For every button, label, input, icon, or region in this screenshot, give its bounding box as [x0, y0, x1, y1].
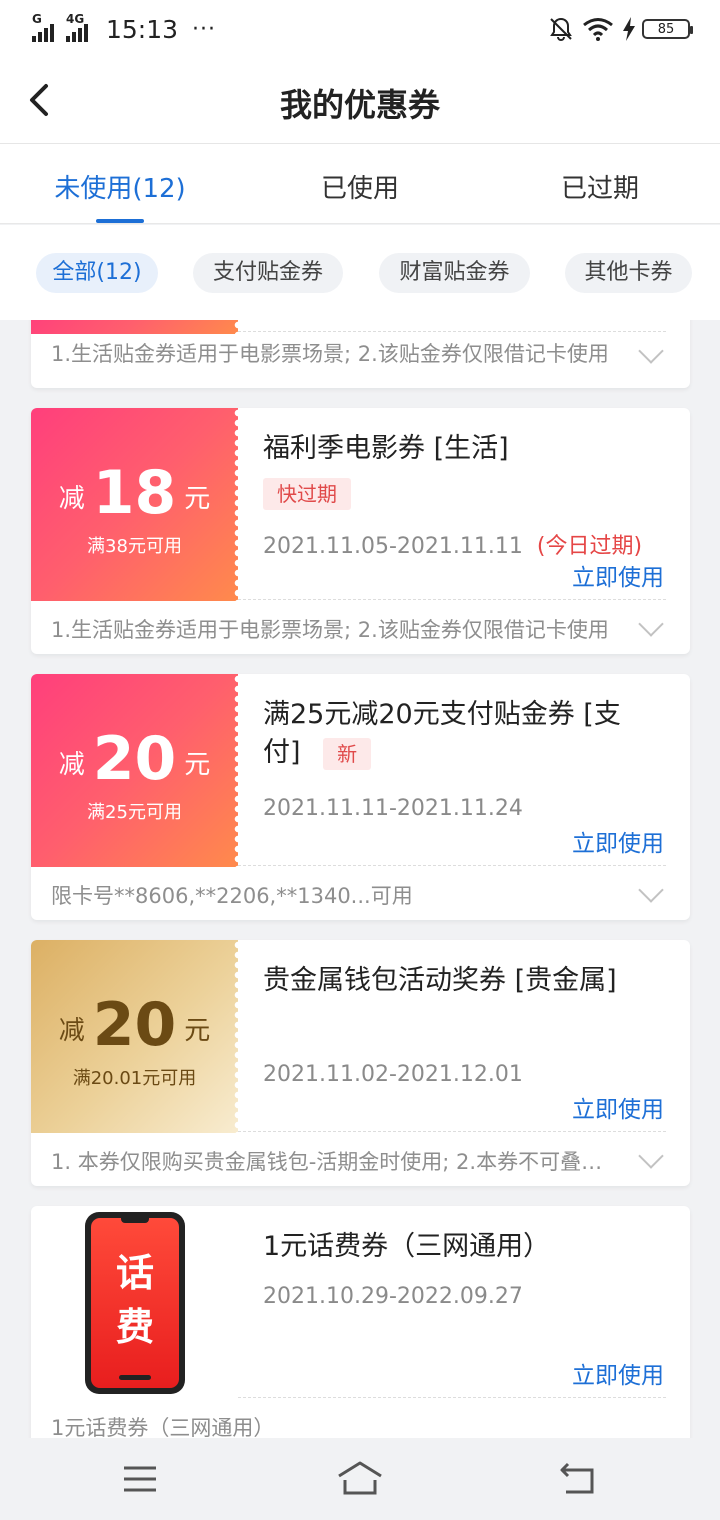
coupon-title: 贵金属钱包活动奖券 [贵金属]	[263, 965, 617, 996]
coupon-amount: 减 20 元	[31, 724, 238, 794]
filter-other-cards[interactable]: 其他卡券	[565, 253, 692, 293]
coupon-condition: 满20.01元可用	[72, 1068, 197, 1089]
system-navigation-bar	[0, 1438, 720, 1520]
category-filters: 全部(12) 支付贴金券 财富贴金券 其他卡券	[0, 225, 720, 320]
filter-all[interactable]: 全部(12)	[36, 253, 158, 293]
use-now-button[interactable]: 立即使用	[572, 824, 664, 858]
use-now-button[interactable]: 立即使用	[572, 1356, 664, 1390]
coupon-validity: 2021.11.02-2021.12.01	[263, 1062, 523, 1087]
coupon-stub: 减 20 元 满25元可用	[31, 674, 242, 867]
coupon-condition: 满38元可用	[87, 536, 182, 557]
coupon-card-limits: 限卡号**8606,**2206,**1340...可用	[51, 884, 413, 908]
coupon-validity: 2021.11.05-2021.11.11 (今日过期)	[263, 528, 642, 560]
coupon-title: 满25元减20元支付贴金券 [支付] 新	[263, 696, 643, 772]
amount-prefix: 减	[58, 750, 85, 780]
chevron-down-icon[interactable]	[638, 1143, 664, 1169]
image-text: 费	[115, 1305, 154, 1349]
amount-value: 18	[92, 458, 177, 528]
coupon-list: 1.生活贴金券适用于电影票场景; 2.该贴金券仅限借记卡使用 减 18 元 满38元…	[0, 320, 720, 1438]
amount-unit: 元	[184, 484, 211, 514]
coupon-card[interactable]: 话 费 1元话费券（三网通用） 2021.10.29-2022.09.27 立即…	[31, 1206, 690, 1438]
page-title: 我的优惠券	[279, 86, 440, 124]
status-tag: 新	[323, 738, 372, 770]
wifi-icon	[583, 18, 613, 41]
coupon-card[interactable]: 1.生活贴金券适用于电影票场景; 2.该贴金券仅限借记卡使用	[31, 320, 690, 388]
coupon-card[interactable]: 减 20 元 满20.01元可用 贵金属钱包活动奖券 [贵金属] 2021.11.0…	[31, 940, 690, 1186]
coupon-validity: 2021.10.29-2022.09.27	[263, 1284, 523, 1309]
coupon-stub: 减 20 元 满20.01元可用	[31, 940, 242, 1133]
chevron-down-icon[interactable]	[638, 877, 664, 903]
signal-4g-icon: 4G	[66, 12, 90, 42]
coupon-rules: 1.生活贴金券适用于电影票场景; 2.该贴金券仅限借记卡使用	[51, 342, 609, 366]
coupon-title: 1元话费券（三网通用）	[263, 1231, 551, 1262]
coupon-stub	[31, 320, 242, 334]
amount-unit: 元	[184, 750, 211, 780]
tab-unused[interactable]: 未使用(12)	[0, 144, 240, 223]
battery-icon: 85	[642, 19, 693, 39]
mute-bell-icon	[550, 17, 572, 42]
signal-label: G	[32, 12, 42, 26]
title-text: 满25元减20元支付贴金券 [支付]	[263, 699, 621, 768]
phone-bill-image: 话 费	[85, 1212, 185, 1394]
divider	[238, 865, 666, 866]
tab-used[interactable]: 已使用	[240, 144, 480, 223]
charging-icon	[623, 17, 635, 41]
tag-label: 快过期	[263, 478, 351, 510]
coupon-amount: 减 20 元	[31, 990, 238, 1060]
signal-4g-label: 4G	[66, 12, 85, 26]
status-tag: 快过期	[263, 478, 351, 510]
filter-wealth-coupon[interactable]: 财富贴金券	[379, 253, 530, 293]
chevron-down-icon[interactable]	[638, 611, 664, 637]
date-range: 2021.11.05-2021.11.11	[263, 534, 523, 559]
battery-level: 85	[657, 21, 675, 37]
coupon-rules: 1. 本券仅限购买贵金属钱包-活期金时使用; 2.本券不可叠加使用	[51, 1150, 620, 1174]
use-now-button[interactable]: 立即使用	[572, 558, 664, 592]
coupon-rules: 1元话费券（三网通用）	[51, 1416, 275, 1438]
coupon-validity: 2021.11.11-2021.11.24	[263, 796, 523, 821]
coupon-status-tabs: 未使用(12) 已使用 已过期	[0, 144, 720, 224]
divider	[238, 1397, 666, 1398]
divider	[238, 599, 666, 600]
return-icon[interactable]	[558, 1462, 598, 1496]
amount-value: 20	[92, 990, 177, 1060]
more-notifications-icon: ···	[192, 16, 217, 42]
image-text: 话	[115, 1251, 154, 1295]
menu-icon[interactable]	[122, 1464, 158, 1494]
filter-payment-coupon[interactable]: 支付贴金券	[193, 253, 343, 293]
navigation-bar: 我的优惠券	[0, 58, 720, 144]
coupon-amount: 减 18 元	[31, 458, 238, 528]
amount-prefix: 减	[58, 484, 85, 514]
coupon-card[interactable]: 减 18 元 满38元可用 福利季电影券 [生活] 快过期 2021.11.05-2…	[31, 408, 690, 654]
use-now-button[interactable]: 立即使用	[572, 1090, 664, 1124]
divider	[238, 331, 666, 332]
coupon-condition: 满25元可用	[87, 802, 182, 823]
tab-expired[interactable]: 已过期	[480, 144, 720, 223]
home-icon[interactable]	[336, 1460, 384, 1496]
expire-note: (今日过期)	[536, 534, 643, 559]
coupon-stub: 减 18 元 满38元可用	[31, 408, 242, 601]
coupon-card[interactable]: 减 20 元 满25元可用 满25元减20元支付贴金券 [支付] 新 2021.11…	[31, 674, 690, 920]
coupon-title: 福利季电影券 [生活]	[263, 433, 509, 464]
chevron-down-icon[interactable]	[638, 338, 664, 364]
clock: 15:13	[106, 14, 179, 44]
amount-unit: 元	[184, 1016, 211, 1046]
divider	[238, 1131, 666, 1132]
coupon-rules: 1.生活贴金券适用于电影票场景; 2.该贴金券仅限借记卡使用	[51, 618, 609, 642]
amount-prefix: 减	[58, 1016, 85, 1046]
status-bar: G 4G 15:13 ··· 85	[0, 0, 720, 58]
signal-icon: G	[32, 12, 56, 42]
amount-value: 20	[92, 724, 177, 794]
